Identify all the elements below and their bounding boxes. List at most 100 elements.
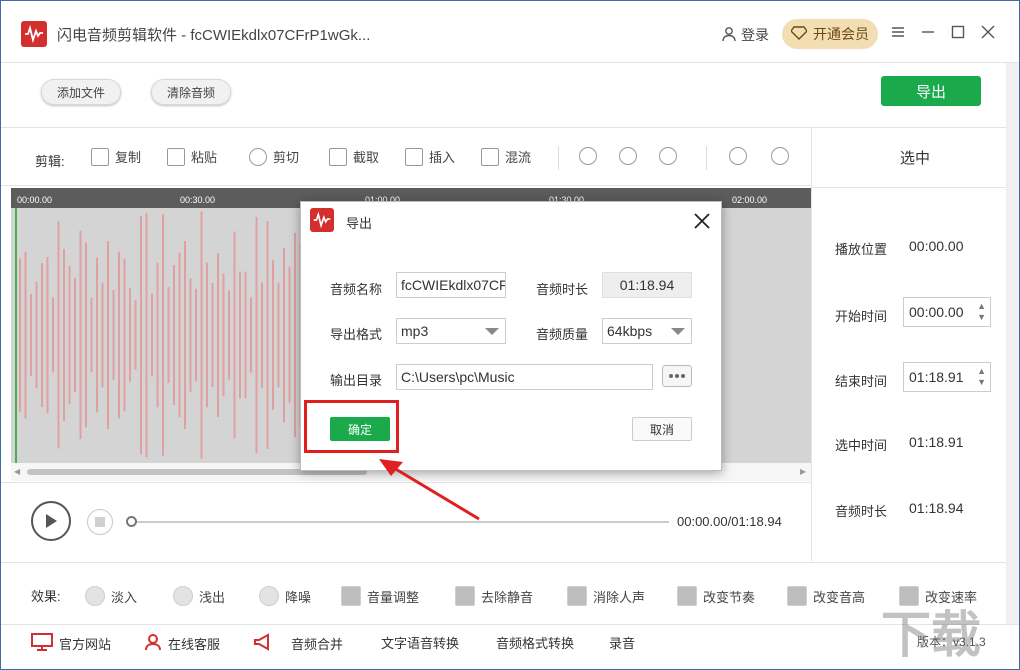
tts-link[interactable]: 文字语音转换 xyxy=(381,633,459,652)
start-time-input[interactable]: 00:00.00 ▲ ▼ xyxy=(903,297,991,327)
vertical-scrollbar[interactable] xyxy=(1006,63,1019,624)
ruler-tick: 00:30.00 xyxy=(180,195,216,205)
support-icon xyxy=(144,633,162,654)
menu-icon[interactable] xyxy=(885,19,911,45)
play-button[interactable] xyxy=(31,501,71,541)
waveform-bar xyxy=(266,221,269,449)
end-time-value: 01:18.91 xyxy=(909,369,964,385)
maximize-icon[interactable] xyxy=(945,19,971,45)
insert-icon xyxy=(405,147,423,166)
toolbar-divider xyxy=(706,146,707,170)
dialog-close-icon[interactable] xyxy=(689,208,715,234)
scroll-right-icon[interactable]: ▶ xyxy=(800,467,806,476)
insert-button[interactable]: 插入 xyxy=(405,147,455,166)
chevron-down-icon xyxy=(671,328,685,335)
cut-button[interactable]: 剪切 xyxy=(249,147,299,166)
browse-button[interactable] xyxy=(662,365,692,387)
denoise-button[interactable]: 降噪 xyxy=(259,586,311,606)
waveform-bar xyxy=(123,258,126,412)
online-support-link[interactable]: 在线客服 xyxy=(144,633,220,654)
edit-label: 剪辑: xyxy=(35,154,65,169)
mix-button[interactable]: 混流 xyxy=(481,147,531,166)
forward-icon[interactable] xyxy=(659,147,677,165)
waveform-bar xyxy=(112,289,115,381)
spinner-icon[interactable]: ▲ ▼ xyxy=(977,301,986,323)
cancel-button[interactable]: 取消 xyxy=(632,417,692,441)
waveform-bar xyxy=(151,293,153,377)
play-position-value: 00:00.00 xyxy=(909,238,964,254)
end-time-input[interactable]: 01:18.91 ▲ ▼ xyxy=(903,362,991,392)
format-convert-link[interactable]: 音频格式转换 xyxy=(496,633,574,652)
redo-icon[interactable] xyxy=(579,147,597,165)
tempo-button[interactable]: 改变节奏 xyxy=(677,586,755,606)
pitch-icon xyxy=(787,586,807,606)
people-icon xyxy=(567,586,587,606)
waveform-bar xyxy=(206,262,208,408)
diamond-icon xyxy=(790,25,808,43)
volume-button[interactable]: 音量调整 xyxy=(341,586,419,606)
remove-vocal-button[interactable]: 消除人声 xyxy=(567,586,645,606)
waveform-bar xyxy=(107,241,109,429)
selected-time-label: 选中时间 xyxy=(835,438,888,453)
dialog-logo xyxy=(310,208,334,232)
playhead[interactable] xyxy=(15,208,17,463)
dialog-duration-label: 音频时长 xyxy=(536,282,589,297)
pitch-button[interactable]: 改变音高 xyxy=(787,586,865,606)
record-link[interactable]: 录音 xyxy=(609,633,635,652)
dialog-title: 导出 xyxy=(346,216,373,231)
minimize-icon[interactable] xyxy=(915,19,941,45)
effects-label: 效果: xyxy=(31,589,61,604)
end-time-label: 结束时间 xyxy=(835,374,888,389)
spinner-icon[interactable]: ▲ ▼ xyxy=(977,366,986,388)
audio-quality-select[interactable]: 64kbps xyxy=(602,318,692,344)
waveform-bar xyxy=(162,214,164,456)
trim-button[interactable]: 截取 xyxy=(329,147,379,166)
selected-time-value: 01:18.91 xyxy=(909,434,964,450)
login-label: 登录 xyxy=(741,27,769,43)
waveform-bar xyxy=(195,288,197,382)
progress-knob[interactable] xyxy=(126,516,137,527)
zoom-in-icon[interactable] xyxy=(729,147,747,165)
chevron-down-icon xyxy=(485,328,499,335)
waveform-bar xyxy=(145,212,148,458)
merge-audio-label: 音频合并 xyxy=(291,637,344,652)
vip-button[interactable]: 开通会员 xyxy=(782,19,878,49)
highlight-box xyxy=(304,400,399,453)
fade-in-button[interactable]: 淡入 xyxy=(85,586,137,606)
zoom-out-icon[interactable] xyxy=(771,147,789,165)
export-format-select[interactable]: mp3 xyxy=(396,318,506,344)
clear-audio-button[interactable]: 清除音频 xyxy=(151,79,231,105)
output-dir-input[interactable]: C:\Users\pc\Music xyxy=(396,364,653,390)
crop-icon xyxy=(329,147,347,166)
waveform-bar xyxy=(239,271,241,399)
waveform-bar xyxy=(63,249,65,421)
mix-label: 混流 xyxy=(505,150,532,165)
toolbar-divider xyxy=(558,146,559,170)
watermark: 下载 xyxy=(881,607,981,663)
undo-icon[interactable] xyxy=(619,147,637,165)
add-file-button[interactable]: 添加文件 xyxy=(41,79,121,105)
waveform-bar xyxy=(167,287,170,383)
export-button[interactable]: 导出 xyxy=(881,76,981,106)
login-link[interactable]: 登录 xyxy=(721,25,769,45)
waveform-bar xyxy=(134,300,137,370)
scroll-left-icon[interactable]: ◀ xyxy=(14,467,20,476)
close-icon[interactable] xyxy=(975,19,1001,45)
merge-audio-link[interactable]: 音频合并 xyxy=(253,633,343,654)
waveform-bar xyxy=(129,288,131,382)
remove-silence-button[interactable]: 去除静音 xyxy=(455,586,533,606)
denoise-icon xyxy=(259,586,279,606)
audio-name-input[interactable]: fcCWIEkdlx07CFrP1wGk xyxy=(396,272,506,298)
waveform-bar xyxy=(294,232,296,438)
volume-label: 音量调整 xyxy=(367,589,420,605)
waveform-bar xyxy=(85,242,87,428)
paste-label: 粘贴 xyxy=(191,150,218,165)
user-icon xyxy=(721,26,737,45)
speaker-icon xyxy=(341,586,361,606)
stop-button[interactable] xyxy=(87,509,113,535)
fade-out-button[interactable]: 浅出 xyxy=(173,586,225,606)
more-icon xyxy=(681,374,685,378)
paste-button[interactable]: 粘贴 xyxy=(167,147,217,166)
official-site-link[interactable]: 官方网站 xyxy=(31,633,111,654)
copy-button[interactable]: 复制 xyxy=(91,147,141,166)
